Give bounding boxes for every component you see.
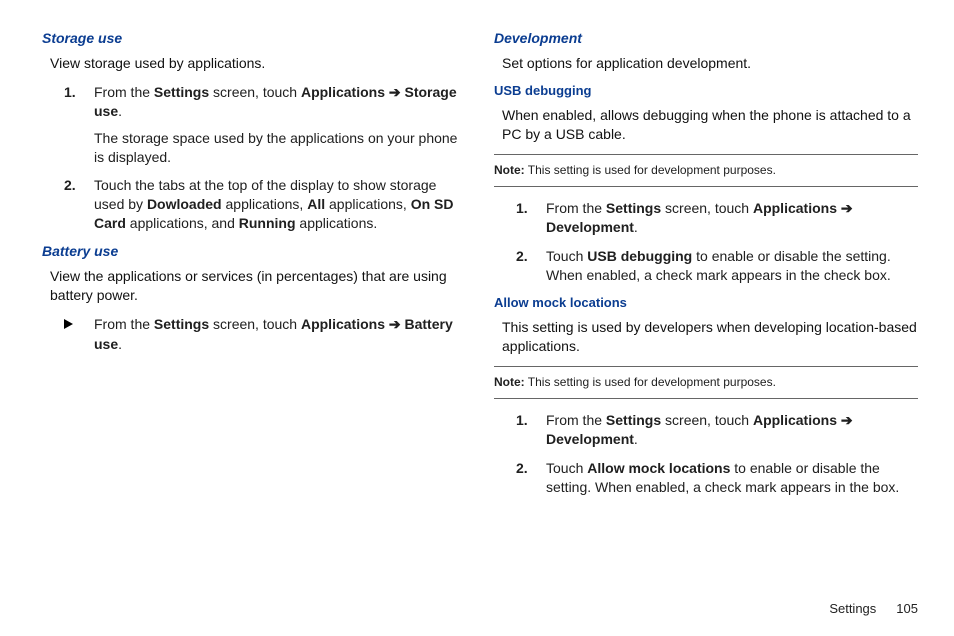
usb-step-1: From the Settings screen, touch Applicat…: [516, 199, 918, 237]
text: screen, touch: [661, 412, 753, 428]
note-usb-debugging: Note: This setting is used for developme…: [494, 154, 918, 188]
text: .: [634, 431, 638, 447]
text: .: [634, 219, 638, 235]
bold-applications: Applications: [753, 412, 837, 428]
text: .: [118, 103, 122, 119]
text: applications.: [296, 215, 378, 231]
storage-step-2: Touch the tabs at the top of the display…: [64, 176, 466, 233]
bold-applications: Applications: [301, 84, 385, 100]
allow-mock-intro: This setting is used by developers when …: [494, 318, 918, 356]
note-label: Note:: [494, 163, 525, 177]
arrow-icon: ➔: [385, 316, 405, 332]
text: applications,: [222, 196, 308, 212]
text: From the: [546, 200, 606, 216]
bold-settings: Settings: [154, 84, 209, 100]
battery-bullet-1: From the Settings screen, touch Applicat…: [64, 315, 466, 354]
note-text: This setting is used for development pur…: [525, 375, 776, 389]
mock-step-2: Touch Allow mock locations to enable or …: [516, 459, 918, 497]
development-intro: Set options for application development.: [494, 54, 918, 73]
right-column: Development Set options for application …: [494, 30, 918, 593]
bold-settings: Settings: [154, 316, 209, 332]
arrow-icon: ➔: [837, 200, 853, 216]
heading-allow-mock: Allow mock locations: [494, 295, 918, 310]
text: applications,: [325, 196, 411, 212]
left-column: Storage use View storage used by applica…: [42, 30, 466, 593]
text: screen, touch: [661, 200, 753, 216]
heading-battery-use: Battery use: [42, 243, 466, 259]
text: Touch: [546, 460, 587, 476]
note-allow-mock: Note: This setting is used for developme…: [494, 366, 918, 400]
bold-usb-debugging: USB debugging: [587, 248, 696, 264]
heading-storage-use: Storage use: [42, 30, 466, 46]
bold-running: Running: [239, 215, 296, 231]
storage-step-1: From the Settings screen, touch Applicat…: [64, 83, 466, 167]
mock-step-1: From the Settings screen, touch Applicat…: [516, 411, 918, 449]
text: screen, touch: [209, 316, 301, 332]
text: applications, and: [126, 215, 239, 231]
bold-development: Development: [546, 219, 634, 235]
heading-usb-debugging: USB debugging: [494, 83, 918, 98]
bold-downloaded: Dowloaded: [147, 196, 222, 212]
bold-all: All: [307, 196, 325, 212]
usb-step-2: Touch USB debugging to enable or disable…: [516, 247, 918, 285]
text: From the: [94, 316, 154, 332]
usb-debugging-steps: From the Settings screen, touch Applicat…: [494, 199, 918, 285]
storage-use-steps: From the Settings screen, touch Applicat…: [42, 83, 466, 233]
arrow-icon: ➔: [837, 412, 853, 428]
usb-debugging-intro: When enabled, allows debugging when the …: [494, 106, 918, 144]
allow-mock-steps: From the Settings screen, touch Applicat…: [494, 411, 918, 497]
columns: Storage use View storage used by applica…: [42, 30, 918, 593]
battery-use-intro: View the applications or services (in pe…: [42, 267, 466, 305]
text: Touch: [546, 248, 587, 264]
bold-applications: Applications: [301, 316, 385, 332]
text: screen, touch: [209, 84, 301, 100]
bold-settings: Settings: [606, 412, 661, 428]
heading-development: Development: [494, 30, 918, 46]
bold-allow-mock-locations: Allow mock locations: [587, 460, 730, 476]
note-label: Note:: [494, 375, 525, 389]
text: .: [118, 336, 122, 352]
bold-development: Development: [546, 431, 634, 447]
text: From the: [546, 412, 606, 428]
page-footer: Settings 105: [42, 593, 918, 616]
bold-settings: Settings: [606, 200, 661, 216]
text: From the: [94, 84, 154, 100]
storage-step-1-sub: The storage space used by the applicatio…: [94, 129, 466, 167]
storage-use-intro: View storage used by applications.: [42, 54, 466, 73]
footer-page-number: 105: [896, 601, 918, 616]
footer-section: Settings: [829, 601, 876, 616]
battery-use-bullets: From the Settings screen, touch Applicat…: [42, 315, 466, 354]
arrow-icon: ➔: [385, 84, 405, 100]
note-text: This setting is used for development pur…: [525, 163, 776, 177]
document-page: Storage use View storage used by applica…: [0, 0, 954, 636]
bold-applications: Applications: [753, 200, 837, 216]
